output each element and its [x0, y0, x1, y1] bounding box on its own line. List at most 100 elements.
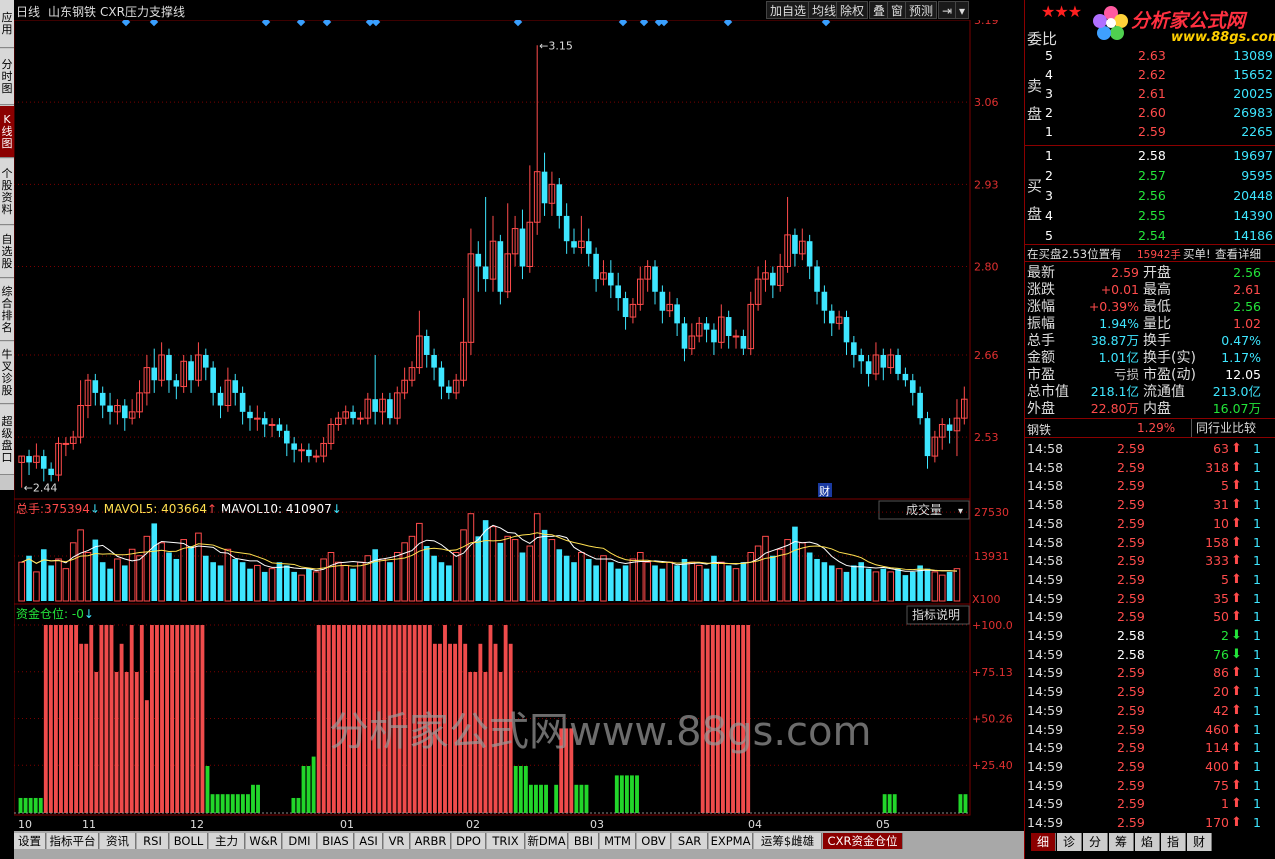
quote-tab-2[interactable]: 分 [1083, 833, 1108, 851]
candle [438, 361, 445, 400]
ask-row[interactable]: 3 2.61 20025 [1043, 85, 1273, 103]
kline-chart[interactable]: 3.19 3.06 2.93 2.80 2.66 2.53 ←3.15 ←2.44 财总手:37… [14, 20, 1024, 831]
tick-row: 14:59 2.59 460 ⬆ 1 [1025, 721, 1275, 739]
quote-tab-3[interactable]: 筹 [1109, 833, 1134, 851]
volume-bar [387, 562, 393, 601]
bid-row[interactable]: 1 2.58 19697 [1043, 147, 1273, 165]
volume-bar [792, 526, 798, 601]
ask-level: 1 [1045, 124, 1053, 139]
bid-row[interactable]: 5 2.54 14186 [1043, 227, 1273, 245]
quote-tab-6[interactable]: 财 [1187, 833, 1212, 851]
candle [92, 373, 99, 406]
ask-row[interactable]: 5 2.63 13089 [1043, 47, 1273, 65]
candle [55, 437, 62, 482]
fund-bar [74, 625, 79, 813]
arrow-up-icon: ⬆ [1231, 609, 1242, 625]
big-order-notice[interactable]: 在买盘2.53位置有 15942手 买单! 查看详细 [1025, 244, 1275, 262]
indicator-tab-3[interactable]: RSI [137, 833, 169, 849]
indicator-tab-4[interactable]: BOLL [170, 833, 208, 849]
indicator-tab-14[interactable]: 新DMA [526, 833, 568, 849]
view-detail-link[interactable]: 查看详细 [1215, 246, 1261, 262]
indicator-tab-18[interactable]: SAR [672, 833, 708, 849]
candle [776, 253, 784, 292]
logo-url: www.88gs.com [1171, 30, 1275, 45]
tick-row: 14:58 2.59 5 ⬆ 1 [1025, 477, 1275, 495]
ask-row[interactable]: 1 2.59 2265 [1043, 123, 1273, 141]
bid-row[interactable]: 4 2.55 14390 [1043, 207, 1273, 225]
fund-bar [301, 766, 306, 813]
indicator-tab-15[interactable]: BBI [569, 833, 599, 849]
fund-bar [79, 643, 84, 813]
bid-row[interactable]: 2 2.57 9595 [1043, 167, 1273, 185]
ask-price: 2.63 [1138, 48, 1166, 63]
left-tab-5[interactable]: 综合排名 [0, 279, 14, 341]
indicator-tab-19[interactable]: EXPMA [709, 833, 753, 849]
indicator-tab-21[interactable]: CXR资金仓位 [823, 833, 903, 849]
indicator-tab-7[interactable]: DMI [283, 833, 317, 849]
candle [644, 260, 651, 292]
indicator-tab-11[interactable]: ARBR [411, 833, 451, 849]
industry-compare-button[interactable]: 同行业比较 [1191, 419, 1260, 437]
tick-price: 2.59 [1117, 590, 1145, 606]
indicator-tab-16[interactable]: MTM [600, 833, 636, 849]
toolbar-button-2[interactable]: 除权 [836, 1, 869, 19]
indicator-tab-9[interactable]: ASI [355, 833, 383, 849]
quote-tab-0[interactable]: 细 [1031, 833, 1056, 851]
tick-volume: 42 [1213, 702, 1229, 718]
indicator-tab-8[interactable]: BIAS [318, 833, 354, 849]
toolbar-button-3[interactable]: 叠 [869, 1, 890, 19]
toolbar-button-0[interactable]: 加自选 [766, 1, 811, 19]
volume-bar [431, 555, 437, 601]
left-tab-3[interactable]: 个股资料 [0, 159, 14, 225]
indicator-tab-13[interactable]: TRIX [487, 833, 525, 849]
tick-price: 2.59 [1117, 497, 1145, 513]
indicator-tab-5[interactable]: 主力 [209, 833, 245, 849]
volume-dropdown-label: 成交量 [906, 502, 942, 517]
quote-tab-4[interactable]: 焰 [1135, 833, 1160, 851]
volume-bar [261, 571, 268, 601]
fund-bar [43, 625, 48, 813]
fund-bar [195, 625, 200, 813]
volume-bar [754, 545, 762, 602]
left-tab-4[interactable]: 自选股 [0, 226, 14, 278]
toolbar-button-5[interactable]: 预测 [905, 1, 938, 19]
bid-row[interactable]: 3 2.56 20448 [1043, 187, 1273, 205]
stat-label: 最新 [1027, 265, 1055, 281]
indicator-tab-12[interactable]: DPO [452, 833, 486, 849]
volume-bar [511, 539, 519, 602]
indicator-tab-17[interactable]: OBV [637, 833, 671, 849]
indicator-tab-6[interactable]: W&R [246, 833, 282, 849]
ask-row[interactable]: 4 2.62 15652 [1043, 66, 1273, 84]
left-tab-6[interactable]: 牛叉诊股 [0, 342, 14, 404]
volume-header: 总手:375394↓ MAVOL5: 403664↑ MAVOL10: 4109… [16, 502, 342, 516]
left-tab-0[interactable]: 应用 [0, 0, 14, 48]
indicator-tab-20[interactable]: 运筹$雌雄 [754, 833, 822, 849]
toolbar-button-4[interactable]: 窗 [887, 1, 908, 19]
quote-tab-1[interactable]: 诊 [1057, 833, 1082, 851]
left-tab-7[interactable]: 超级盘口 [0, 405, 14, 475]
indicator-tab-1[interactable]: 指标平台 [47, 833, 99, 849]
indicator-name: CXR压力支撑线 [100, 5, 185, 19]
left-tab-2[interactable]: K线图 [0, 106, 14, 158]
left-tab-1[interactable]: 分时图 [0, 49, 14, 105]
stat-value: +0.01 [1100, 282, 1139, 297]
ask-row[interactable]: 2 2.60 26983 [1043, 104, 1273, 122]
stat-value: 22.80万 [1090, 401, 1139, 416]
indicator-tab-10[interactable]: VR [384, 833, 410, 849]
nav-end-icon[interactable]: ⇥ [938, 1, 957, 19]
tick-row: 14:59 2.59 400 ⬆ 1 [1025, 758, 1275, 776]
indicator-tab-0[interactable]: 设置 [14, 833, 46, 849]
volume-bar [298, 574, 305, 602]
candle [835, 310, 843, 330]
period-label[interactable]: 日线 [16, 3, 40, 20]
chevron-down-icon[interactable]: ▾ [955, 1, 970, 19]
tick-price: 2.59 [1117, 534, 1145, 550]
candle [460, 298, 467, 387]
indicator-tab-2[interactable]: 资讯 [100, 833, 136, 849]
volume-bar [33, 571, 40, 602]
fund-bar [190, 625, 195, 813]
quote-tab-5[interactable]: 指 [1161, 833, 1186, 851]
left-tab-strip: 应用 分时图 K线图 个股资料 自选股 综合排名 牛叉诊股 超级盘口 [0, 0, 14, 490]
candle [556, 178, 563, 229]
tick-volume: 318 [1205, 459, 1229, 475]
